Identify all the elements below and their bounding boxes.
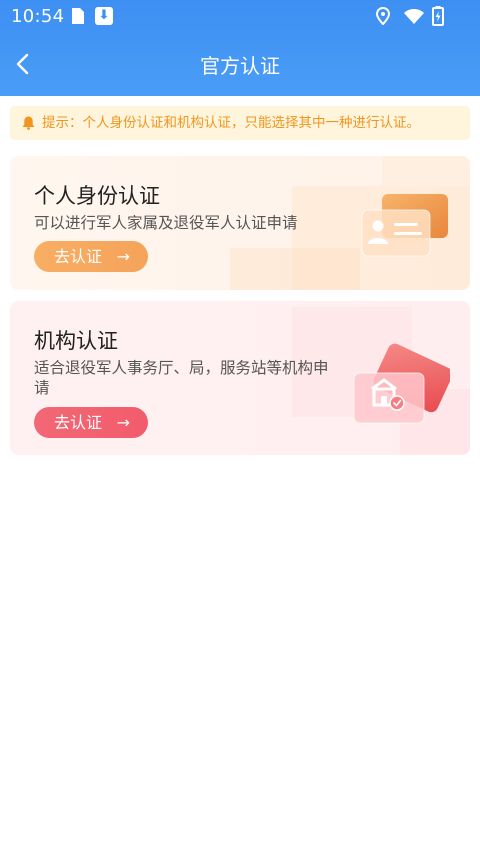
arrow-right-icon: →	[116, 247, 130, 266]
notice-text: 提示：个人身份认证和机构认证，只能选择其中一种进行认证。	[42, 115, 420, 131]
sim-card-icon	[72, 8, 84, 24]
top-bar: 10:54 ⬇ 官方认证	[0, 0, 480, 96]
navigation-bar: 官方认证	[0, 34, 480, 96]
card-title: 机构认证	[34, 329, 118, 353]
status-bar: 10:54 ⬇	[0, 0, 480, 34]
battery-icon	[432, 6, 444, 26]
organization-certify-button[interactable]: 去认证 →	[34, 407, 148, 438]
card-title: 个人身份认证	[34, 184, 160, 208]
page-title: 官方认证	[200, 54, 280, 78]
arrow-right-icon: →	[116, 413, 130, 432]
institution-icon	[353, 343, 450, 424]
wifi-icon	[404, 9, 424, 24]
card-decoration	[382, 156, 470, 188]
bell-icon	[22, 116, 35, 130]
button-label: 去认证	[54, 247, 103, 266]
status-time: 10:54	[11, 6, 65, 27]
id-card-icon	[361, 194, 448, 257]
organization-certification-card[interactable]: 机构认证 适合退役军人事务厅、局，服务站等机构申请 去认证 →	[10, 301, 470, 455]
notice-banner: 提示：个人身份认证和机构认证，只能选择其中一种进行认证。	[10, 106, 470, 140]
button-label: 去认证	[54, 413, 103, 432]
personal-certify-button[interactable]: 去认证 →	[34, 241, 148, 272]
main-content: 提示：个人身份认证和机构认证，只能选择其中一种进行认证。 个人身份认证 可以进行…	[0, 96, 480, 853]
personal-certification-card[interactable]: 个人身份认证 可以进行军人家属及退役军人认证申请 去认证 →	[10, 156, 470, 290]
location-icon	[376, 7, 390, 25]
download-icon: ⬇	[95, 7, 113, 25]
card-description: 可以进行军人家属及退役军人认证申请	[34, 214, 298, 232]
card-description: 适合退役军人事务厅、局，服务站等机构申请	[34, 359, 329, 397]
card-decoration	[230, 248, 360, 290]
